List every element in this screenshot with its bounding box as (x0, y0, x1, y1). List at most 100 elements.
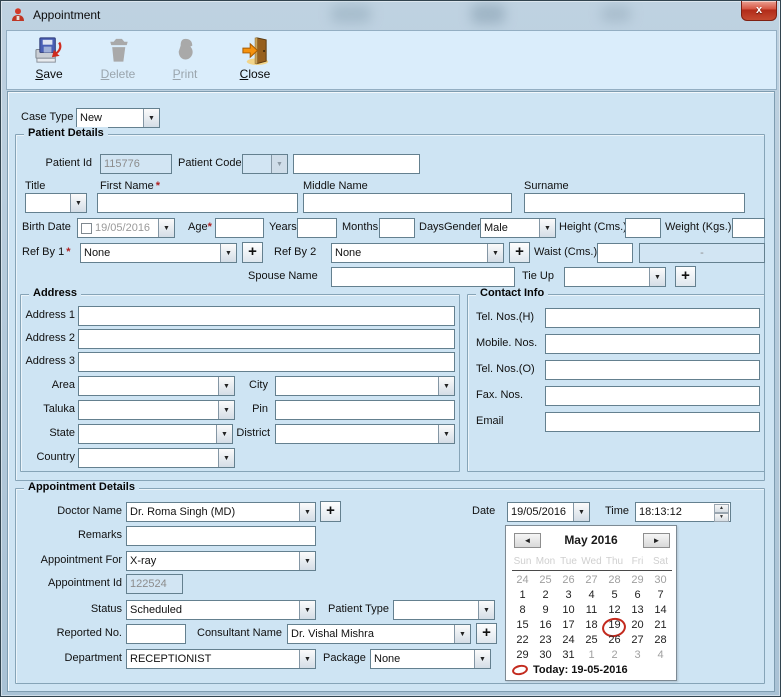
birth-date-picker[interactable]: 19/05/2016 ▼ (77, 218, 175, 238)
taluka-select[interactable]: ▼ (78, 400, 235, 420)
calendar-day[interactable]: 10 (557, 604, 580, 619)
calendar-day[interactable]: 21 (649, 619, 672, 634)
calendar-day[interactable]: 17 (557, 619, 580, 634)
window-close-button[interactable]: x (741, 1, 777, 21)
package-select[interactable]: None ▼ (370, 649, 491, 669)
appointment-for-select[interactable]: X-ray ▼ (126, 551, 316, 571)
calendar-day[interactable]: 24 (511, 574, 534, 589)
tel-home-input[interactable] (545, 308, 760, 328)
pin-input[interactable] (275, 400, 455, 420)
calendar-day[interactable]: 24 (557, 634, 580, 649)
add-tie-up-button[interactable]: + (675, 266, 696, 287)
calendar-day[interactable]: 3 (626, 649, 649, 664)
save-button[interactable]: Save (20, 34, 78, 87)
calendar-day[interactable]: 16 (534, 619, 557, 634)
surname-input[interactable] (524, 193, 745, 213)
calendar-day[interactable]: 26 (557, 574, 580, 589)
first-name-input[interactable] (97, 193, 298, 213)
chevron-down-icon[interactable]: ▼ (474, 650, 490, 668)
chevron-down-icon[interactable]: ▼ (478, 601, 494, 619)
time-input[interactable]: 18:13:12 ▲ ▼ (635, 502, 731, 522)
doctor-name-select[interactable]: Dr. Roma Singh (MD) ▼ (126, 502, 316, 522)
spin-down-icon[interactable]: ▼ (714, 513, 729, 522)
calendar-day[interactable]: 26 (603, 634, 626, 649)
calendar-day-selected[interactable]: 19 (603, 619, 626, 634)
country-select[interactable]: ▼ (78, 448, 235, 468)
calendar-day[interactable]: 11 (580, 604, 603, 619)
chevron-down-icon[interactable]: ▼ (539, 219, 555, 237)
status-select[interactable]: Scheduled ▼ (126, 600, 316, 620)
weight-input[interactable] (732, 218, 765, 238)
tel-office-input[interactable] (545, 360, 760, 380)
chevron-down-icon[interactable]: ▼ (454, 625, 470, 643)
chevron-down-icon[interactable]: ▼ (573, 503, 589, 521)
chevron-down-icon[interactable]: ▼ (438, 425, 454, 443)
calendar-day[interactable]: 4 (649, 649, 672, 664)
calendar-day[interactable]: 8 (511, 604, 534, 619)
spouse-name-input[interactable] (331, 267, 515, 287)
delete-button[interactable]: Delete (89, 34, 147, 87)
chevron-down-icon[interactable]: ▼ (220, 244, 236, 262)
calendar-day[interactable]: 27 (626, 634, 649, 649)
mobile-input[interactable] (545, 334, 760, 354)
age-input[interactable] (215, 218, 264, 238)
close-button[interactable]: Close (226, 34, 284, 87)
chevron-down-icon[interactable]: ▼ (271, 155, 287, 173)
email-input[interactable] (545, 412, 760, 432)
calendar-day[interactable]: 25 (580, 634, 603, 649)
calendar-day[interactable]: 30 (534, 649, 557, 664)
spin-up-icon[interactable]: ▲ (714, 504, 729, 513)
chevron-down-icon[interactable]: ▼ (299, 601, 315, 619)
address1-input[interactable] (78, 306, 455, 326)
department-select[interactable]: RECEPTIONIST ▼ (126, 649, 316, 669)
chevron-down-icon[interactable]: ▼ (143, 109, 159, 127)
waist-input[interactable] (597, 243, 633, 263)
patient-code-input[interactable] (293, 154, 420, 174)
calendar-day[interactable]: 23 (534, 634, 557, 649)
reported-no-input[interactable] (126, 624, 186, 644)
patient-code-select[interactable]: ▼ (242, 154, 288, 174)
calendar-day[interactable]: 2 (534, 589, 557, 604)
date-picker[interactable]: 19/05/2016 ▼ (507, 502, 590, 522)
remarks-input[interactable] (126, 526, 316, 546)
case-type-select[interactable]: New ▼ (76, 108, 160, 128)
add-ref-by-2-button[interactable]: + (509, 242, 530, 263)
consultant-name-select[interactable]: Dr. Vishal Mishra ▼ (287, 624, 471, 644)
patient-type-select[interactable]: ▼ (393, 600, 495, 620)
add-doctor-button[interactable]: + (320, 501, 341, 522)
calendar-day[interactable]: 4 (580, 589, 603, 604)
address3-input[interactable] (78, 352, 455, 372)
calendar-day[interactable]: 2 (603, 649, 626, 664)
calendar-day[interactable]: 5 (603, 589, 626, 604)
middle-name-input[interactable] (303, 193, 512, 213)
tie-up-select[interactable]: ▼ (564, 267, 666, 287)
chevron-down-icon[interactable]: ▼ (299, 650, 315, 668)
ref-by-1-select[interactable]: None ▼ (80, 243, 237, 263)
chevron-down-icon[interactable]: ▼ (649, 268, 665, 286)
gender-select[interactable]: Male ▼ (480, 218, 556, 238)
calendar-day[interactable]: 29 (626, 574, 649, 589)
city-select[interactable]: ▼ (275, 376, 455, 396)
calendar-day[interactable]: 7 (649, 589, 672, 604)
print-button[interactable]: Print (156, 34, 214, 87)
calendar-day[interactable]: 9 (534, 604, 557, 619)
fax-input[interactable] (545, 386, 760, 406)
chevron-down-icon[interactable]: ▼ (438, 377, 454, 395)
add-consultant-button[interactable]: + (476, 623, 497, 644)
district-select[interactable]: ▼ (275, 424, 455, 444)
state-select[interactable]: ▼ (78, 424, 233, 444)
calendar-day[interactable]: 28 (603, 574, 626, 589)
chevron-down-icon[interactable]: ▼ (299, 552, 315, 570)
calendar-day[interactable]: 29 (511, 649, 534, 664)
calendar-day[interactable]: 28 (649, 634, 672, 649)
age-years-input[interactable] (297, 218, 337, 238)
appointment-id-input[interactable] (126, 574, 183, 594)
area-select[interactable]: ▼ (78, 376, 235, 396)
birth-date-checkbox[interactable] (81, 222, 92, 234)
add-ref-by-1-button[interactable]: + (242, 242, 263, 263)
calendar-today-label[interactable]: Today: 19-05-2016 (533, 664, 628, 676)
ref-by-2-select[interactable]: None ▼ (331, 243, 504, 263)
calendar-day[interactable]: 25 (534, 574, 557, 589)
calendar-day[interactable]: 1 (511, 589, 534, 604)
chevron-down-icon[interactable]: ▼ (158, 219, 174, 237)
